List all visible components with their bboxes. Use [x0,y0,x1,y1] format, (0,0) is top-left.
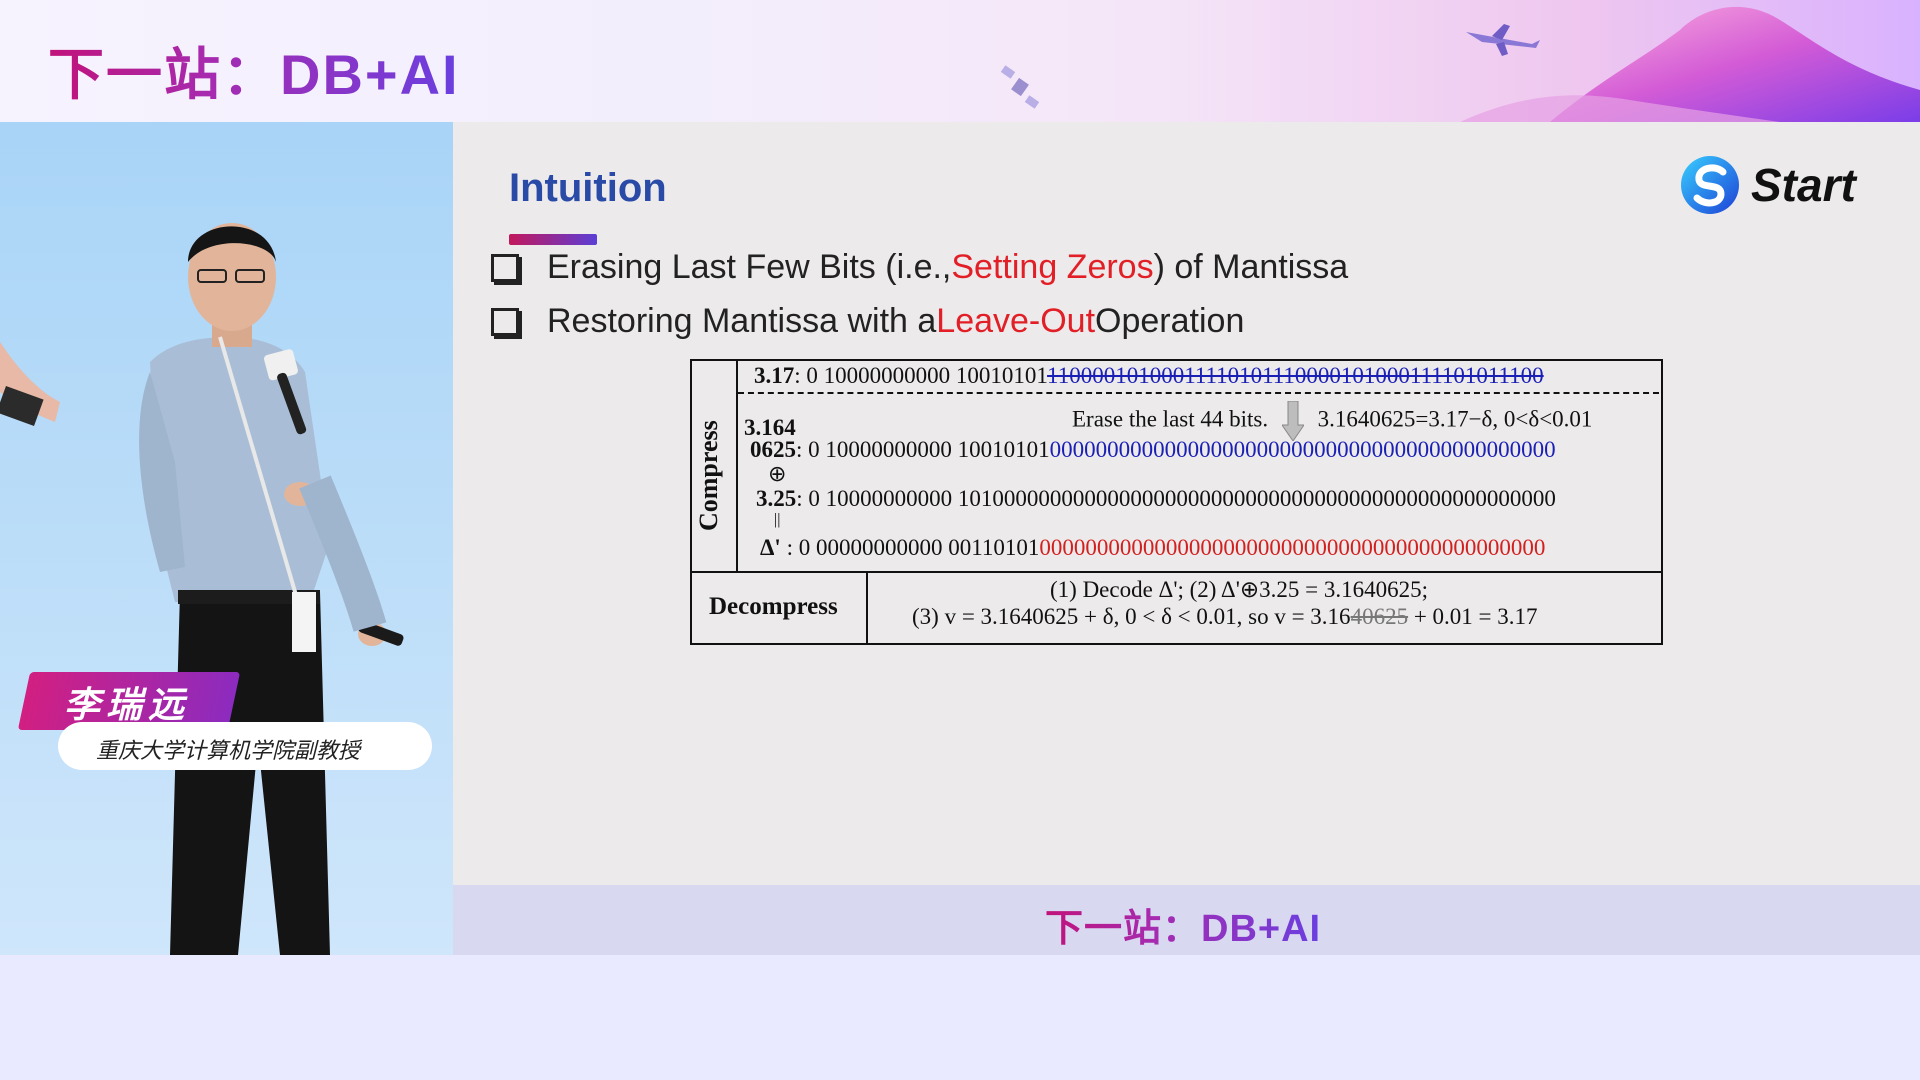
erase-note-line: Erase the last 44 bits. 3.1640625=3.17−δ… [1072,401,1592,441]
decompress-step-1-2: (1) Decode Δ'; (2) Δ'⊕3.25 = 3.1640625; [1050,577,1428,602]
decompress-label: Decompress [709,593,838,620]
speaker-video [0,122,453,955]
bullet-text-pre: Erasing Last Few Bits (i.e., [547,248,952,286]
start-logo-icon [1681,156,1739,214]
row-3-25: 3.25: 0 10000000000 10100000000000000000… [756,486,1556,512]
brand-logo: Start [1679,154,1856,216]
slide-footer-bar: 下一站：DB+AI [453,885,1920,955]
bullet-item: Restoring Mantissa with a Leave-Out Oper… [491,302,1244,341]
bullet-text-post: Operation [1095,302,1245,340]
slide-heading: Intuition [509,166,667,210]
row-label: 3.25 [756,486,797,511]
row-prefix: : 0 10000000000 10010101 [796,437,1050,462]
decompress-step-3: (3) v = 3.1640625 + δ, 0 < δ < 0.01, so … [912,604,1538,630]
step-3-pre: (3) v = 3.1640625 + δ, 0 < δ < 0.01, so … [912,604,1351,629]
bullet-highlight: Setting Zeros [951,248,1154,286]
page-bottom-area [0,955,1920,1080]
down-arrow-icon [1281,401,1304,441]
erase-equation: 3.1640625=3.17−δ, 0<δ<0.01 [1317,406,1593,432]
row-prefix: : 0 00000000000 00110101 [780,535,1040,560]
decompress-label-cell: Decompress [692,573,868,643]
speaker-title: 重庆大学计算机学院副教授 [96,738,361,763]
speaker-figure [0,223,404,955]
heading-underline [509,234,597,245]
bullet-text-pre: Restoring Mantissa with a [547,302,937,340]
step-3-post: + 0.01 = 3.17 [1408,604,1538,629]
row-label: Δ' [760,535,781,560]
bullet-text-post: ) of Mantissa [1153,248,1349,286]
row-prefix: : 0 10000000000 10010101 [794,363,1048,388]
dashed-separator [738,392,1659,394]
row-delta: Δ' : 0 00000000000 001101010000000000000… [760,535,1545,561]
footer-title: 下一站：DB+AI [1045,897,1321,952]
compress-label-cell: Compress [692,361,738,571]
bit-erasure-table: Compress 3.17: 0 10000000000 10010101110… [690,359,1663,645]
row-value: : 0 10000000000 101000000000000000000000… [796,486,1556,511]
step-3-struck: 40625 [1350,604,1409,629]
brand-name: Start [1751,159,1856,211]
banner-title: 下一站：DB+AI [48,30,460,111]
zero-bits: 0000000000000000000000000000000000000000… [1049,437,1556,462]
erased-bits: 1100001010001111010111000010100011110101… [1047,363,1544,388]
equals-symbol: || [774,511,781,528]
erase-note: Erase the last 44 bits. [1072,406,1269,432]
plane-icon [1466,24,1540,56]
row-label: 0625 [750,437,796,462]
bullet-item: Erasing Last Few Bits (i.e., Setting Zer… [491,248,1348,287]
xor-symbol: ⊕ [768,461,787,486]
compress-label: Compress [694,420,723,531]
top-banner: 下一站：DB+AI [0,0,1920,122]
bullet-highlight: Leave-Out [936,302,1096,340]
checkbox-bullet-icon [491,307,519,336]
checkbox-bullet-icon [491,253,519,282]
satellite-icon [1000,65,1040,109]
row-label: 3.17 [754,363,795,388]
speaker-name: 李瑞远 [64,684,191,725]
row-3-17: 3.17: 0 10000000000 10010101110000101000… [754,363,1544,389]
presentation-slide: Intuition Start Erasing Last Few Bits (i… [453,122,1920,885]
row-3-1640625: 0625: 0 10000000000 10010101000000000000… [750,437,1556,463]
zero-bits: 0000000000000000000000000000000000000000… [1039,535,1546,560]
mountain-decoration [1460,6,1920,122]
